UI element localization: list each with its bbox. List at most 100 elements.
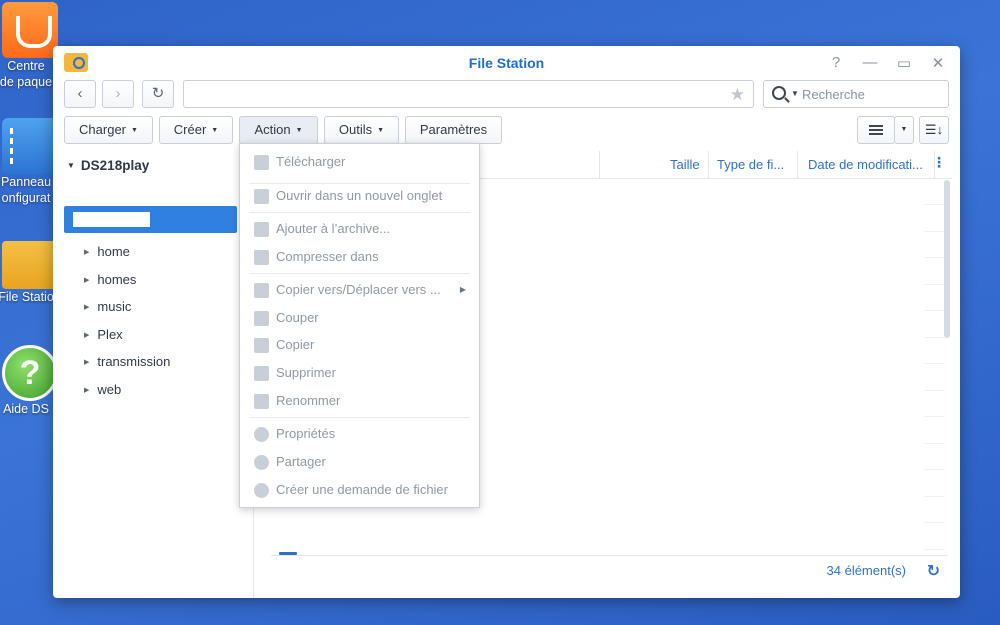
chevron-right-icon: › [115,85,121,102]
desktop-icon-control-panel[interactable]: Panneau onfigurat [0,118,60,206]
row-divider [924,310,944,311]
tree-item-selected[interactable] [64,206,237,233]
menu-item-delete[interactable]: Supprimer [240,360,479,386]
caret-right-icon[interactable]: ▶ [84,277,89,284]
menu-item-copy-move-to[interactable]: Copier vers/Déplacer vers ... ▶ [240,277,479,303]
caret-down-icon: ▼ [900,126,908,133]
desktop-icon-file-station[interactable]: File Statio [0,235,60,305]
trash-icon [254,366,269,381]
view-mode-dropdown[interactable]: ▼ [894,116,914,144]
menu-item-rename[interactable]: Renommer [240,388,479,414]
menu-item-open-new-tab[interactable]: Ouvrir dans un nouvel onglet [240,183,479,209]
refresh-button[interactable]: ↻ [142,80,174,108]
item-count: 34 élément(s) [826,563,906,578]
create-button[interactable]: Créer ▼ [159,116,233,144]
scissors-icon [254,311,269,326]
menu-item-label: Ajouter à l’archive... [276,221,391,236]
desktop-icon-label: File Statio [0,290,54,304]
desktop-icon-label: Centre [7,59,45,73]
caret-right-icon[interactable]: ▶ [84,359,89,366]
folder-tree: ▼ DS218play ▶ home ▶ homes ▶ music ▶ Plex ▶ tr… [53,150,254,598]
menu-item-copy[interactable]: Copier [240,332,479,358]
tree-item[interactable]: ▶ Plex [84,321,170,349]
copy-icon [254,338,269,353]
caret-down-icon[interactable]: ▼ [791,89,799,98]
share-icon [254,455,269,470]
row-divider [924,390,944,391]
help-icon[interactable]: ? [828,54,844,72]
caret-right-icon[interactable]: ▶ [84,332,89,339]
menu-item-add-archive[interactable]: Ajouter à l’archive... [240,216,479,242]
menu-item-label: Copier vers/Déplacer vers ... [276,282,441,297]
tools-button[interactable]: Outils ▼ [324,116,399,144]
pencil-icon [254,394,269,409]
row-divider [924,257,944,258]
tree-root[interactable]: ▼ DS218play [67,158,149,173]
row-divider [924,416,944,417]
compress-icon [254,250,269,265]
tree-item[interactable]: ▶ transmission [84,348,170,376]
menu-item-compress[interactable]: Compresser dans [240,244,479,270]
menu-item-label: Créer une demande de fichier [276,482,448,497]
menu-item-download[interactable]: Télécharger [240,149,479,175]
close-icon[interactable]: ✕ [930,54,946,72]
sort-button[interactable]: ☰↓ [919,116,949,144]
menu-item-properties[interactable]: Propriétés [240,421,479,447]
scrollbar[interactable] [944,180,950,338]
title-bar[interactable]: File Station ? — ▭ ✕ [53,46,960,80]
caret-right-icon[interactable]: ▶ [84,387,89,394]
minimize-icon[interactable]: — [862,54,878,72]
action-menu: Télécharger Ouvrir dans un nouvel onglet… [239,143,480,508]
refresh-icon[interactable]: ↻ [927,561,940,581]
desktop-icon-help[interactable]: ? Aide DS [0,345,60,417]
caret-down-icon: ▼ [377,127,385,134]
upload-button[interactable]: Charger ▼ [64,116,153,144]
settings-button[interactable]: Paramètres [405,116,502,144]
tree-item[interactable]: ▶ home [84,238,170,266]
menu-item-cut[interactable]: Couper [240,305,479,331]
column-separator [797,151,798,178]
redacted-label [73,212,150,227]
control-panel-icon [2,118,58,174]
settings-button-label: Paramètres [419,122,488,137]
menu-item-label: Couper [276,310,319,325]
desktop-icon-label: Panneau [0,175,52,189]
menu-item-label: Ouvrir dans un nouvel onglet [276,188,443,203]
download-icon [254,155,269,170]
maximize-icon[interactable]: ▭ [896,54,912,72]
search-placeholder: Recherche [802,87,865,102]
chevron-left-icon: ‹ [77,85,83,102]
tree-item-label: home [97,244,130,259]
column-separator [708,151,709,178]
forward-button[interactable]: › [102,80,134,108]
column-header-size[interactable]: Taille [670,157,700,172]
back-button[interactable]: ‹ [64,80,96,108]
action-button-label: Action [254,122,291,137]
path-bar[interactable]: ★ [183,80,754,108]
tree-item-label: web [97,381,122,397]
menu-item-file-request[interactable]: Créer une demande de fichier [240,477,479,503]
menu-divider [249,273,470,274]
tree-item-label: music [97,299,132,315]
caret-right-icon[interactable]: ▶ [84,304,89,311]
window-title: File Station [468,55,545,71]
desktop-icon-label: Aide DS [3,402,49,416]
menu-item-share[interactable]: Partager [240,449,479,475]
search-input[interactable]: ▼ Recherche [763,80,949,108]
action-button[interactable]: Action ▼ [239,116,318,144]
star-icon[interactable]: ★ [730,85,745,105]
caret-down-icon[interactable]: ▼ [67,161,75,170]
tree-root-label: DS218play [80,158,150,173]
menu-divider [249,417,470,418]
column-header-type[interactable]: Type de fi... [717,157,792,172]
tree-item[interactable]: ▶ web [84,376,170,404]
view-mode-button[interactable] [857,116,895,144]
row-divider [924,469,944,470]
tree-item[interactable]: ▶ music [84,293,170,321]
more-columns-icon[interactable]: ⋮ [932,154,946,171]
column-header-date[interactable]: Date de modificati... [808,157,930,172]
folder-icon [2,241,58,289]
caret-right-icon[interactable]: ▶ [84,249,89,256]
tree-item[interactable]: ▶ homes [84,266,170,294]
desktop-icon-package-center[interactable]: Centre de paque [0,2,60,90]
